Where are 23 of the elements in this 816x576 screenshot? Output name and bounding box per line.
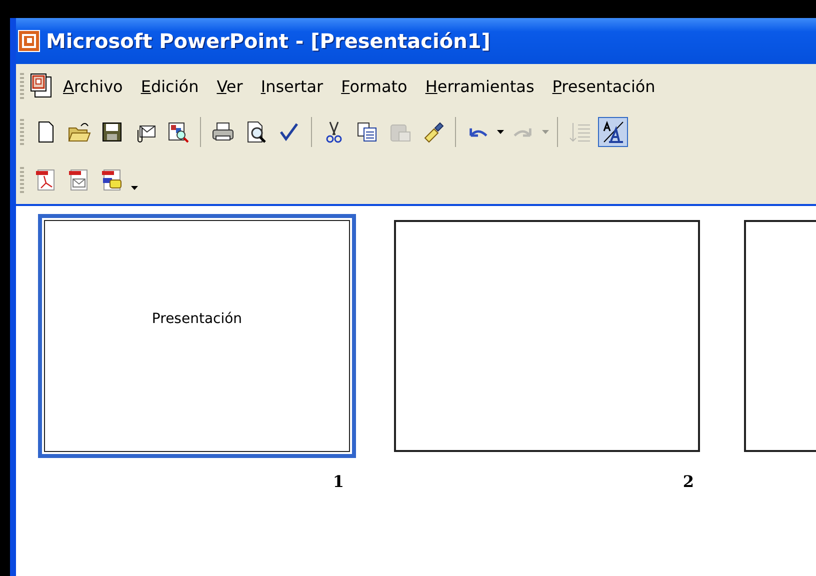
menu-item[interactable]: Presentación [543,74,664,98]
app-icon[interactable] [18,30,40,52]
window-title: Microsoft PowerPoint - [Presentación1] [46,29,490,53]
open-icon [67,120,91,144]
slide-number: 1 [332,472,344,491]
undo-icon [468,126,488,138]
slide-title: Presentación [152,311,242,329]
save-icon [100,120,124,144]
pdf-review-icon [100,168,124,192]
slide-thumbnail[interactable] [394,220,700,452]
copy-icon [355,120,379,144]
document-icon[interactable] [28,73,54,99]
redo-icon [513,126,533,138]
slide-number: 2 [682,472,694,491]
dropdown-arrow-icon[interactable] [496,130,505,134]
menu-item[interactable]: Formato [332,74,416,98]
menu-item[interactable]: Ver [208,74,252,98]
formatting-icon [601,120,625,144]
menu-item[interactable]: Herramientas [416,74,544,98]
menu-item[interactable]: Archivo [54,74,132,98]
toolbar-button[interactable] [598,117,628,147]
menu-item[interactable]: Insertar [252,74,332,98]
menu-item[interactable]: Edición [132,74,208,98]
